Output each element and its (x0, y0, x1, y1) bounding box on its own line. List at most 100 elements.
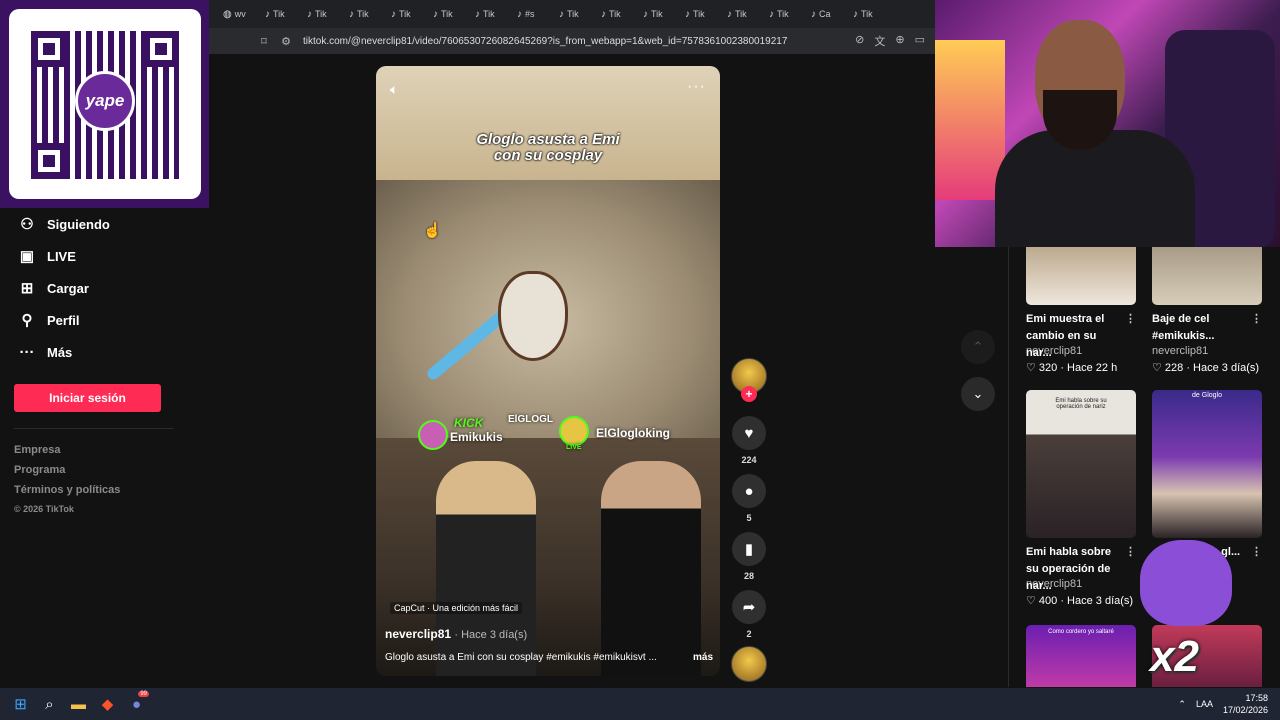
login-button[interactable]: Iniciar sesión (14, 384, 161, 412)
video-thumbnail[interactable]: de Gloglo (1152, 390, 1262, 538)
mouse-cursor-icon: ☝ (423, 222, 442, 239)
related-video-card[interactable]: Emi habla sobre su operación de nariz Em… (1026, 390, 1136, 610)
qr-finder-pattern (31, 31, 67, 67)
video-thumbnail[interactable] (1152, 247, 1262, 305)
related-video-card[interactable]: Como cordero yo saltaré (1026, 625, 1136, 687)
browser-tab[interactable]: ♪ Tik (643, 0, 685, 28)
browser-tab[interactable]: ◍ wv (223, 0, 265, 28)
post-time: · Hace 3 día(s) (454, 629, 528, 641)
sidebar-item-upload[interactable]: ⊞ Cargar (0, 272, 209, 304)
sidebar-item-profile[interactable]: ⚲ Perfil (0, 304, 209, 336)
save-action[interactable]: ▮ 28 (729, 532, 769, 582)
browser-tab[interactable]: ♪ Tik (391, 0, 433, 28)
save-count: 28 (743, 571, 754, 581)
browser-tab[interactable]: ♪ Tik (265, 0, 307, 28)
qr-card: yape (9, 9, 201, 199)
share-icon[interactable]: ➦ (732, 590, 766, 624)
browser-tab[interactable]: ♪ Tik (685, 0, 727, 28)
previous-video-button[interactable]: ⌃ (961, 330, 995, 364)
browser-tab[interactable]: ♪ Ca (811, 0, 853, 28)
footer-link-program[interactable]: Programa (14, 464, 120, 484)
clock[interactable]: 17:58 17/02/2026 (1223, 692, 1268, 716)
comment-icon[interactable]: ● (732, 474, 766, 508)
tiktok-icon: ♪ (769, 8, 774, 20)
cat-sticker-icon (1140, 540, 1232, 626)
search-icon[interactable]: ⌕ (35, 688, 64, 720)
windows-taskbar: ⊞ ⌕ ▬ ◆ ● 99 ⌃ LAA 17:58 17/02/2026 (0, 688, 1280, 720)
screen: ◍ wv ♪ Tik ♪ Tik ♪ Tik ♪ Tik ♪ Tik ♪ Tik ♪ #s ♪ T… (0, 0, 1280, 720)
music-disc[interactable] (731, 646, 767, 682)
video-thumbnail[interactable]: Como cordero yo saltaré (1026, 625, 1136, 687)
thumbnail-caption: Emi habla sobre su operación de nariz (1055, 398, 1107, 410)
site-settings-icon[interactable]: ⚙ (275, 35, 297, 48)
browser-tab[interactable]: ♪ Tik (475, 0, 517, 28)
bookmark-icon[interactable]: ▮ (732, 532, 766, 566)
video-thumbnail[interactable]: Emi habla sobre su operación de nariz (1026, 390, 1136, 538)
browser-tab[interactable]: ♪ Tik (559, 0, 601, 28)
footer-link-company[interactable]: Empresa (14, 444, 120, 464)
volume-icon[interactable]: 🔈︎ (390, 81, 398, 98)
live-badge: LIVE (566, 444, 582, 451)
globe-icon: ◍ (223, 8, 232, 20)
card-author[interactable]: neverclip81 (1152, 345, 1262, 361)
kebab-menu-icon[interactable]: ⋮ (1125, 544, 1136, 561)
kebab-menu-icon[interactable]: ⋮ (1251, 311, 1262, 328)
bookmark-icon[interactable]: ⌑ (253, 35, 275, 48)
footer-links: Empresa Programa Términos y políticas © … (14, 444, 120, 518)
zoom-icon[interactable]: ⊕ (895, 33, 904, 49)
copyright: © 2026 TikTok (14, 504, 74, 514)
description-text: Gloglo asusta a Emi con su cosplay #emik… (385, 652, 657, 663)
sidebar-item-more[interactable]: ··· Más (0, 336, 209, 368)
reader-mode-icon[interactable]: ⊘ (855, 33, 864, 49)
browser-tab[interactable]: ♪ Tik (727, 0, 769, 28)
browser-tab[interactable]: ♪ Tik (769, 0, 811, 28)
file-explorer-icon[interactable]: ▬ (64, 688, 93, 720)
creator-avatar[interactable]: + (731, 358, 767, 402)
cast-icon[interactable]: ▭ (915, 33, 925, 49)
related-video-card[interactable]: Baje de cel #emikukis... ⋮ neverclip81 ♡ … (1152, 247, 1262, 377)
streamer-avatar (418, 420, 448, 450)
sidebar-item-live[interactable]: ▣ LIVE (0, 240, 209, 272)
live-icon: ▣ (19, 248, 35, 265)
like-action[interactable]: ♥ 224 (729, 416, 769, 466)
windows-start-icon[interactable]: ⊞ (6, 688, 35, 720)
card-title[interactable]: Baje de cel #emikukis... (1152, 313, 1214, 342)
related-video-card[interactable]: Emi muestra el cambio en su nar... ⋮ neve… (1026, 247, 1136, 377)
sidebar-item-following[interactable]: ⚇ Siguiendo (0, 208, 209, 240)
url-field[interactable]: tiktok.com/@neverclip81/video/7606530726… (303, 36, 855, 47)
more-dots-icon: ··· (19, 343, 35, 361)
webcam-overlay (935, 0, 1280, 247)
translate-icon[interactable]: 文 (874, 33, 885, 49)
tray-chevron-icon[interactable]: ⌃ (1178, 699, 1186, 710)
video-thumbnail[interactable] (1026, 247, 1136, 305)
author-name[interactable]: neverclip81 (385, 627, 451, 641)
heart-icon[interactable]: ♥ (732, 416, 766, 450)
streamer-tag: ElGLOGL (508, 414, 553, 425)
footer-link-terms[interactable]: Términos y políticas (14, 484, 120, 504)
browser-tab[interactable]: ♪ Tik (307, 0, 349, 28)
tiktok-icon: ♪ (811, 8, 816, 20)
kebab-menu-icon[interactable]: ⋮ (1251, 544, 1262, 561)
browser-tab[interactable]: ♪ Tik (349, 0, 391, 28)
discord-icon[interactable]: ● 99 (122, 688, 151, 720)
video-player[interactable]: Gloglo asusta a Emi con su cosplay 🔈︎ ··… (376, 66, 720, 676)
tiktok-icon: ♪ (265, 8, 270, 20)
webcam-background-poster (935, 40, 1005, 200)
streamer-name: ElGlogloking (596, 426, 670, 440)
browser-tab[interactable]: ♪ Tik (433, 0, 475, 28)
more-options-icon[interactable]: ··· (687, 78, 706, 96)
more-link[interactable]: más (693, 652, 713, 663)
kebab-menu-icon[interactable]: ⋮ (1125, 311, 1136, 328)
capcut-label[interactable]: CapCut · Una edición más fácil (390, 602, 523, 614)
follow-plus-icon[interactable]: + (741, 386, 757, 402)
brave-browser-icon[interactable]: ◆ (93, 688, 122, 720)
yape-logo: yape (75, 71, 135, 131)
next-video-button[interactable]: ⌄ (961, 377, 995, 411)
browser-tab[interactable]: ♪ #s (517, 0, 559, 28)
browser-tab[interactable]: ♪ Tik (853, 0, 895, 28)
browser-tab[interactable]: ♪ Tik (601, 0, 643, 28)
comment-action[interactable]: ● 5 (729, 474, 769, 524)
upload-icon: ⊞ (20, 280, 34, 297)
language-indicator[interactable]: LAA (1196, 699, 1213, 709)
share-action[interactable]: ➦ 2 (729, 590, 769, 640)
